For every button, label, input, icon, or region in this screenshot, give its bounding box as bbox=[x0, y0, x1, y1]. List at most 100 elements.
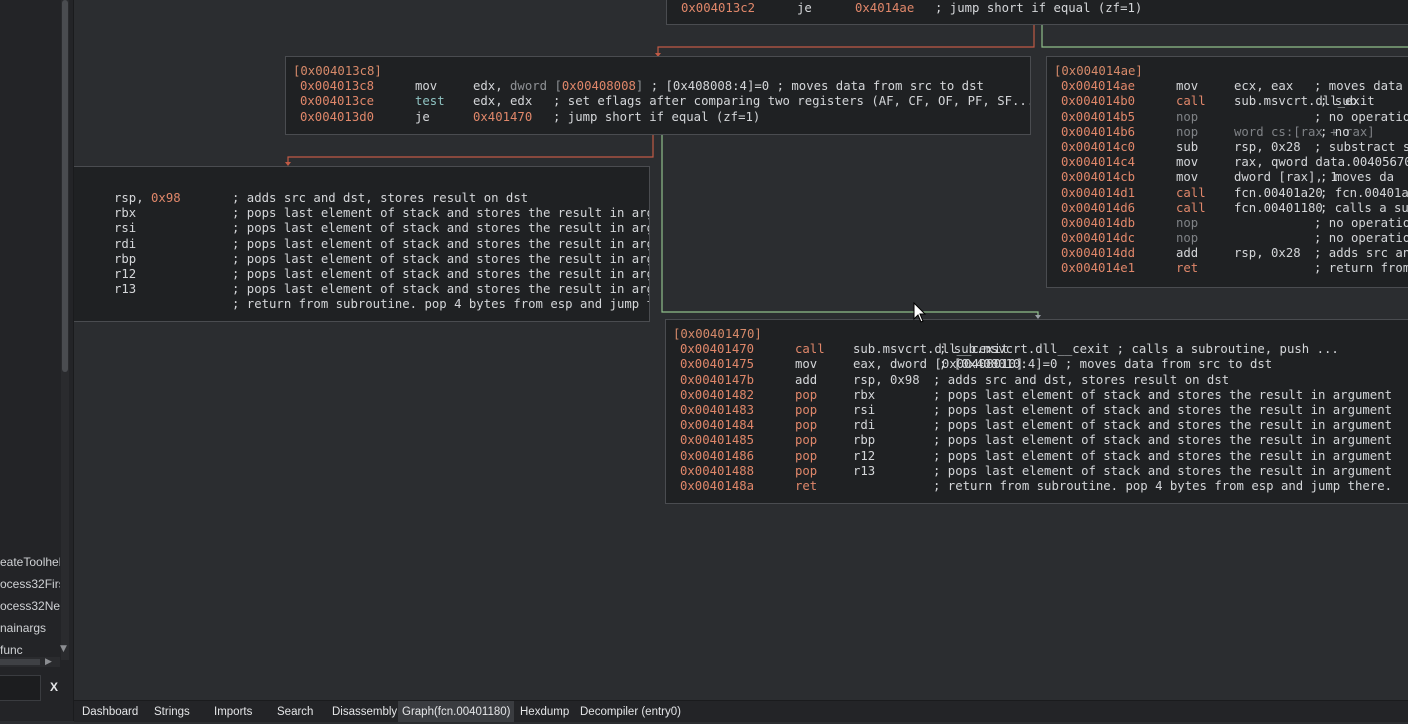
instruction-address: 0x004014dd bbox=[1061, 246, 1136, 261]
instruction-row[interactable]: 0x00401482 pop rbx ; pops last element of s… bbox=[666, 388, 1408, 403]
tab-disassembly[interactable]: Disassembly bbox=[328, 701, 401, 722]
instruction-row[interactable]: 0x004014ae mov ecx, eax ; moves data f bbox=[1047, 79, 1408, 94]
instruction-row[interactable]: 0x004014d1 call fcn.00401a20; fcn.00401a bbox=[1047, 186, 1408, 201]
instruction-address: 0x00401475 bbox=[680, 357, 755, 372]
instruction-operand: r12 bbox=[114, 266, 137, 281]
tab-hexdump[interactable]: Hexdump bbox=[516, 701, 573, 722]
instruction-address: 0x004014d6 bbox=[1061, 200, 1136, 215]
instruction-mnemonic: je bbox=[415, 109, 430, 124]
instruction-operand: eax, dword [0x00408010] bbox=[853, 357, 1024, 372]
instruction-operand: sub.msvcrt.dll_exit bbox=[1234, 94, 1375, 109]
instruction-operand: r12 bbox=[853, 448, 876, 463]
instruction-address: 0x004014c4 bbox=[1061, 155, 1136, 170]
instruction-mnemonic: mov bbox=[1176, 155, 1199, 170]
block-header: [0x00401470] bbox=[673, 327, 762, 341]
instruction-mnemonic: pop bbox=[795, 433, 818, 448]
instruction-comment: ; no bbox=[1320, 124, 1350, 139]
function-filter-input[interactable] bbox=[0, 675, 41, 701]
instruction-row[interactable]: 0x004014dc nop ; no operation bbox=[1047, 231, 1408, 246]
scroll-right-arrow-icon[interactable]: ▶ bbox=[45, 657, 52, 667]
function-list-item[interactable]: eateToolhelp bbox=[0, 552, 60, 572]
instruction-operand: fcn.00401a20 bbox=[1234, 185, 1323, 200]
instruction-comment: ; calls a su bbox=[1320, 200, 1408, 215]
instruction-operand: edx, dword [0x00408008] bbox=[473, 79, 644, 94]
sidebar-horizontal-thumb[interactable] bbox=[0, 659, 40, 665]
instruction-operand: edx, edx bbox=[473, 94, 533, 109]
function-list-item[interactable]: ocess32Next bbox=[0, 596, 60, 616]
instruction-row[interactable]: 0x004014c4 mov rax, qword data.00405670 bbox=[1047, 155, 1408, 170]
instruction-row[interactable]: 0x004014cb mov dword [rax], 1; moves da bbox=[1047, 170, 1408, 185]
instruction-operand: r13 bbox=[114, 282, 137, 297]
instruction-operand: rbx bbox=[114, 206, 137, 221]
tab-search[interactable]: Search bbox=[273, 701, 317, 722]
tab-dashboard[interactable]: Dashboard bbox=[78, 701, 142, 722]
instruction-row[interactable]: 0x00401483 pop rsi ; pops last element of s… bbox=[666, 403, 1408, 418]
instruction-row[interactable]: 0x00401488 pop r13 ; pops last element of s… bbox=[666, 464, 1408, 479]
basic-block-epilogue-left[interactable]: rsp, 0x98 ; adds src and dst, stores resu… bbox=[74, 166, 650, 322]
function-list-item[interactable]: ocess32First bbox=[0, 574, 60, 594]
instruction-operand: word cs:[rax + rax] bbox=[1234, 124, 1375, 139]
instruction-comment: ; jump short if equal (zf=1) bbox=[935, 1, 1143, 15]
instruction-row[interactable]: 0x004014b6 nop word cs:[rax + rax]; no bbox=[1047, 125, 1408, 140]
instruction-row[interactable]: 0x004014dd add rsp, 0x28 ; adds src and bbox=[1047, 246, 1408, 261]
instruction-comment: ; pops last element of stack and stores … bbox=[933, 448, 1393, 463]
function-list-item[interactable]: nainargs bbox=[0, 618, 60, 638]
instruction-operand: rdi bbox=[853, 418, 876, 433]
instruction-row[interactable]: 0x004014b5 nop ; no operation bbox=[1047, 110, 1408, 125]
instruction-operand: rsp, 0x28 bbox=[1234, 246, 1301, 261]
instruction-operand: ecx, eax bbox=[1234, 79, 1294, 94]
instruction-row[interactable]: 0x00401470 call sub.msvcrt.dll__cexit; sub… bbox=[666, 342, 1408, 357]
instruction-address: 0x004013c8 bbox=[300, 79, 375, 94]
sidebar-scroll-thumb[interactable] bbox=[62, 0, 68, 372]
instruction-operand: fcn.00401180 bbox=[1234, 200, 1323, 215]
tab-imports[interactable]: Imports bbox=[210, 701, 256, 722]
instruction-address: 0x00401486 bbox=[680, 448, 755, 463]
instruction-row[interactable]: 0x004014c0 sub rsp, 0x28 ; substract sr bbox=[1047, 140, 1408, 155]
instruction-address: 0x004014ae bbox=[1061, 79, 1136, 94]
instruction-row[interactable]: 0x0040147b add rsp, 0x98 ; adds src and dst… bbox=[666, 373, 1408, 388]
instruction-address: 0x00401485 bbox=[680, 433, 755, 448]
tab-graph[interactable]: Graph(fcn.00401180) bbox=[398, 701, 515, 722]
instruction-row[interactable]: 0x004014db nop ; no operation bbox=[1047, 216, 1408, 231]
instruction-row[interactable]: 0x00401485 pop rbp ; pops last element of s… bbox=[666, 433, 1408, 448]
instruction-mnemonic: mov bbox=[415, 79, 438, 94]
instruction-comment: ; adds src and dst, stores result on dst bbox=[232, 191, 529, 205]
instruction-comment: ; pops last element of stack and stores … bbox=[232, 251, 650, 266]
mouse-pointer-icon bbox=[913, 302, 927, 323]
tab-decompiler[interactable]: Decompiler (entry0) bbox=[576, 701, 685, 722]
instruction-row[interactable]: 0x00401484 pop rdi ; pops last element of s… bbox=[666, 418, 1408, 433]
instruction-comment: ; pops last element of stack and stores … bbox=[933, 387, 1393, 402]
instruction-comment: ; sub bbox=[1320, 94, 1358, 109]
basic-block-0x004013b4[interactable]: 0x004013c2 je 0x4014ae ; jump short if equa… bbox=[666, 0, 1408, 25]
instruction-address: 0x0040148a bbox=[680, 478, 755, 493]
instruction-comment: ; pops last element of stack and stores … bbox=[232, 236, 650, 251]
instruction-operand: rbp bbox=[853, 433, 876, 448]
instruction-mnemonic: mov bbox=[1176, 79, 1199, 94]
instruction-address: 0x004014db bbox=[1061, 215, 1136, 230]
instruction-operand: rsp, 0x98 bbox=[114, 191, 181, 205]
instruction-operand: rbx bbox=[853, 387, 876, 402]
scroll-down-arrow-icon[interactable]: ▼ bbox=[60, 644, 67, 654]
functions-sidebar: ▼ eateToolhelp ocess32First ocess32Next … bbox=[0, 0, 74, 721]
instruction-address: 0x004013ce bbox=[300, 94, 375, 109]
instruction-row[interactable]: 0x004014e1 ret ; return from bbox=[1047, 261, 1408, 276]
instruction-address: 0x004014c0 bbox=[1061, 139, 1136, 154]
instruction-row[interactable]: 0x00401486 pop r12 ; pops last element of s… bbox=[666, 449, 1408, 464]
instruction-address: 0x00401488 bbox=[680, 463, 755, 478]
instruction-address: 0x004014b5 bbox=[1061, 109, 1136, 124]
instruction-mnemonic: pop bbox=[795, 448, 818, 463]
basic-block-0x00401470[interactable]: [0x00401470] 0x00401470 call sub.msvcrt.dl… bbox=[665, 319, 1408, 504]
tab-strings[interactable]: Strings bbox=[150, 701, 194, 722]
instruction-row[interactable]: 0x00401475 mov eax, dword [0x00408010]; [0… bbox=[666, 357, 1408, 372]
instruction-comment: ; [0x408010:4]=0 ; moves data from src t… bbox=[939, 357, 1273, 372]
basic-block-0x004014ae[interactable]: [0x004014ae] 0x004014ae mov ecx, eax ; move… bbox=[1046, 56, 1408, 288]
instruction-mnemonic: call bbox=[795, 342, 825, 357]
basic-block-0x004013c8[interactable]: [0x004013c8] 0x004013c8 mov edx, dword [0x… bbox=[285, 56, 1031, 135]
instruction-row[interactable]: 0x004014d6 call fcn.00401180; calls a su bbox=[1047, 201, 1408, 216]
instruction-row[interactable]: 0x004014b0 call sub.msvcrt.dll_exit; sub bbox=[1047, 94, 1408, 109]
clear-filter-button[interactable]: X bbox=[50, 680, 58, 694]
instruction-row[interactable]: 0x0040148a ret ; return from subroutine. p… bbox=[666, 479, 1408, 494]
instruction-mnemonic: ret bbox=[1176, 261, 1199, 276]
instruction-operand: rsp, 0x28 bbox=[1234, 139, 1301, 154]
instruction-comment: ; adds src and bbox=[1314, 246, 1408, 261]
